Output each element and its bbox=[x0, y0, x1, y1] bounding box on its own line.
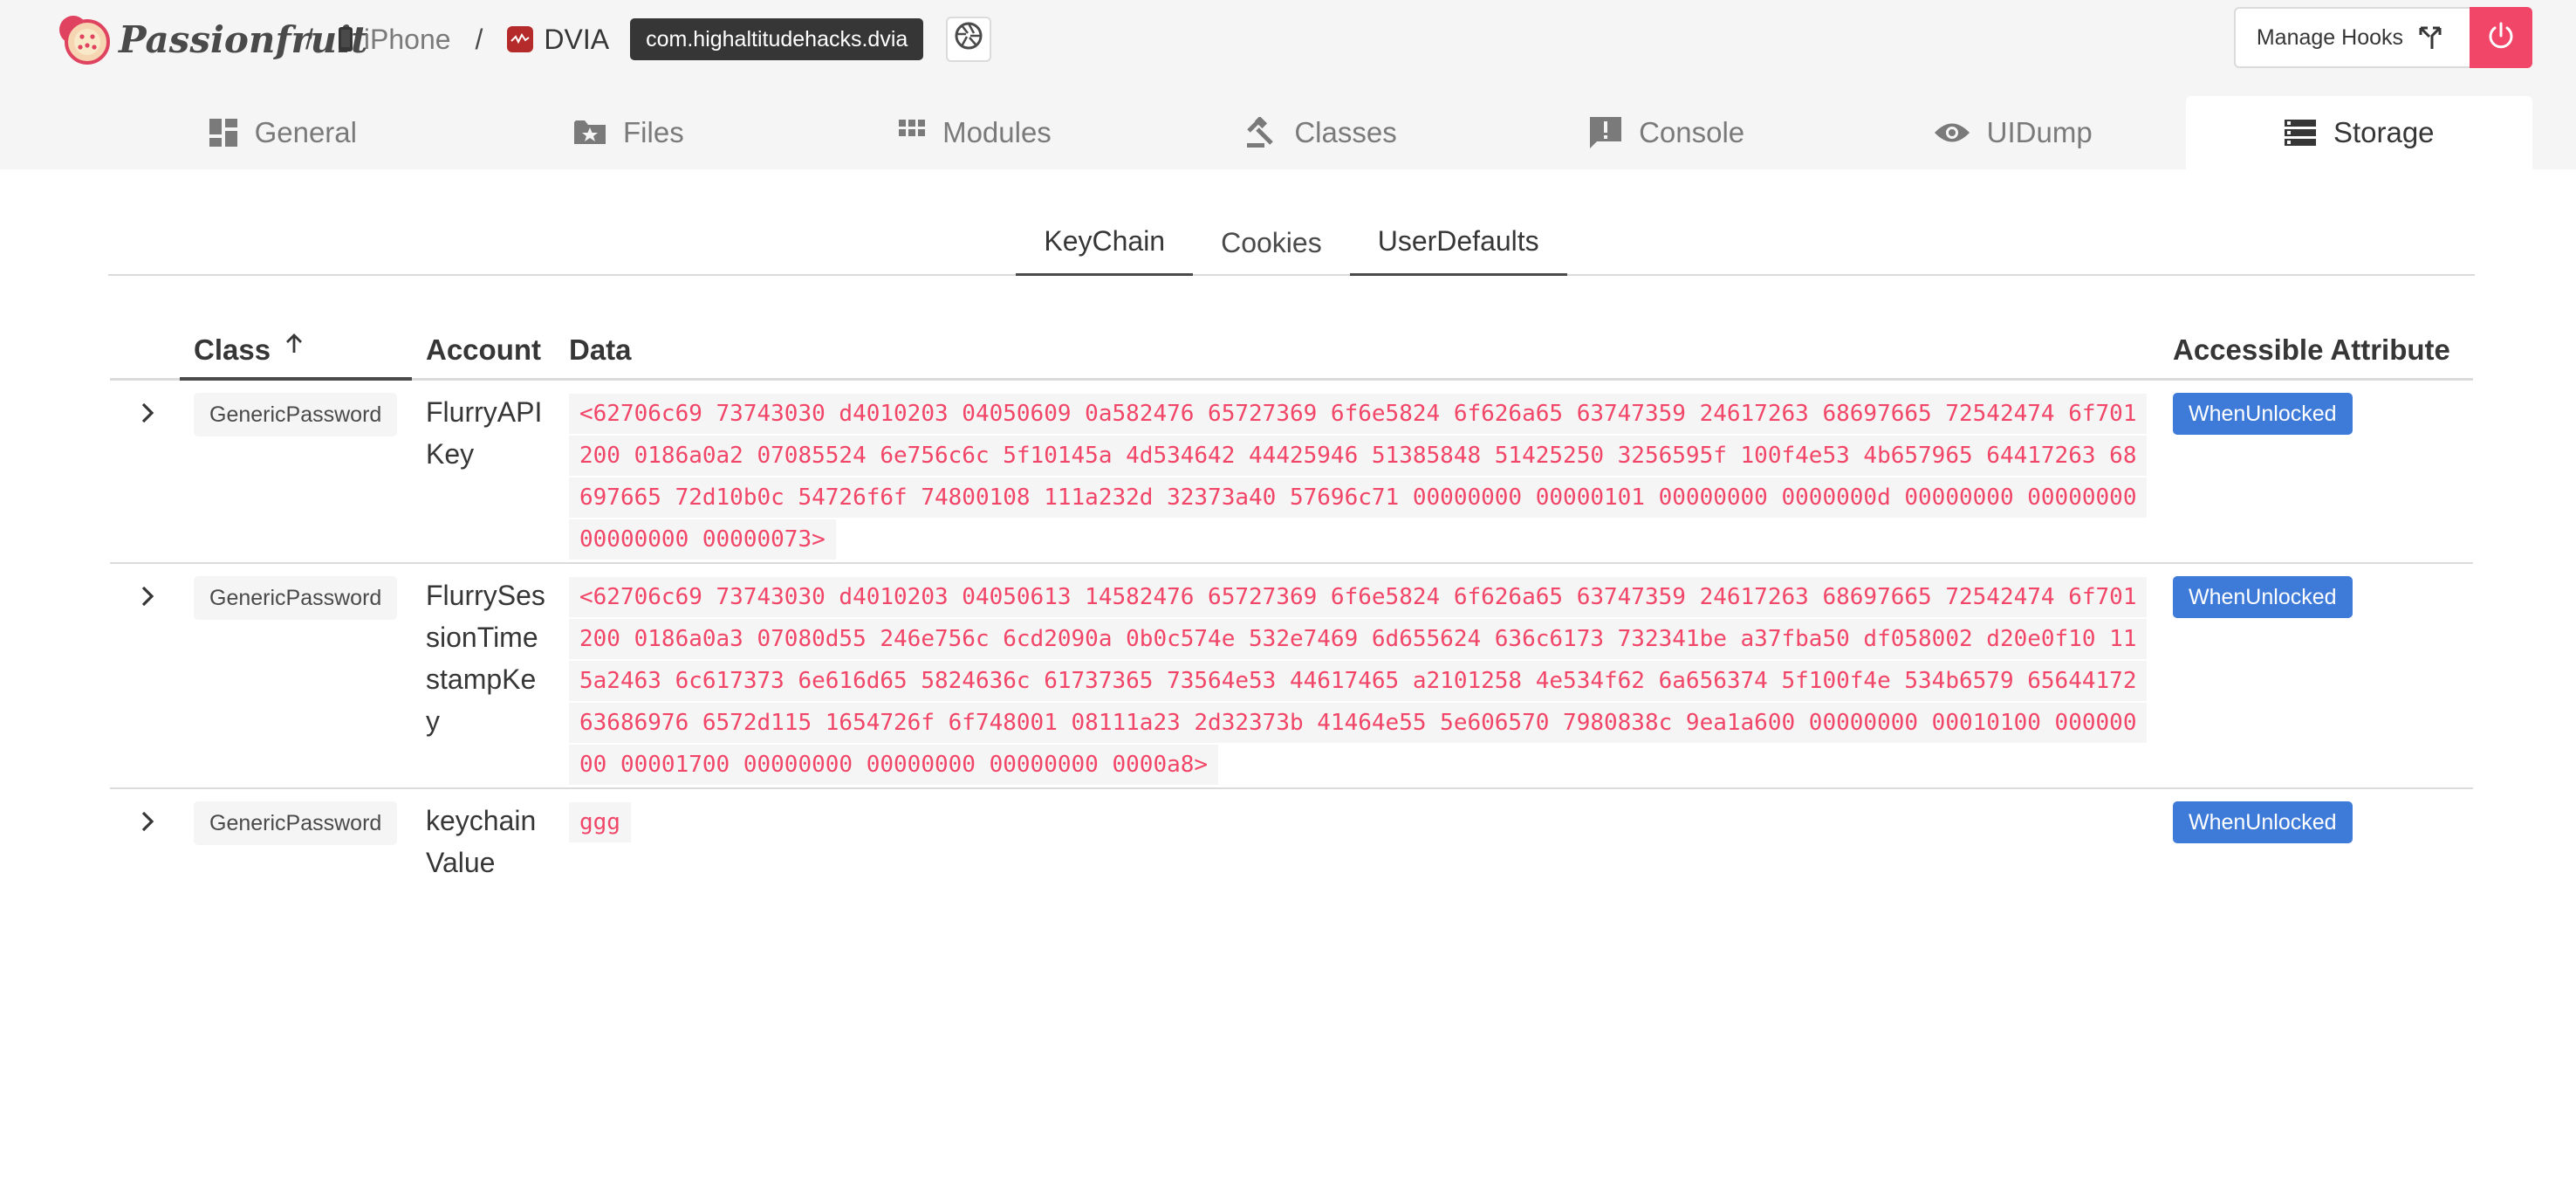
data-code: <62706c69 73743030 d4010203 04050613 145… bbox=[569, 577, 2148, 785]
power-icon bbox=[2486, 21, 2516, 55]
camera-aperture-icon bbox=[954, 21, 983, 58]
tab-uidump-label: UIDump bbox=[1986, 116, 2093, 148]
top-navbar: Passionfruit / iPhone / DVIA com.highalt… bbox=[0, 0, 2576, 169]
subtab-cookies[interactable]: Cookies bbox=[1193, 210, 1350, 276]
table-row[interactable]: GenericPassword FlurryAPIKey <62706c69 7… bbox=[110, 381, 2473, 564]
tab-uidump[interactable]: UIDump bbox=[1840, 96, 2187, 169]
breadcrumb-app[interactable]: DVIA bbox=[507, 24, 609, 56]
alert-box-icon bbox=[1590, 117, 1622, 148]
tab-console-label: Console bbox=[1639, 116, 1745, 148]
accessible-attribute-tag: WhenUnlocked bbox=[2173, 801, 2353, 843]
storage-icon bbox=[2284, 120, 2316, 146]
tab-storage[interactable]: Storage bbox=[2186, 96, 2533, 169]
table-row[interactable]: GenericPassword FlurrySessionTimestampKe… bbox=[110, 564, 2473, 789]
breadcrumb-device[interactable]: iPhone bbox=[338, 24, 451, 56]
account-value: FlurrySessionTimestampKey bbox=[426, 580, 545, 737]
accessible-attribute-tag: WhenUnlocked bbox=[2173, 576, 2353, 618]
storage-subtabs: KeyChain Cookies UserDefaults bbox=[108, 210, 2475, 276]
accessible-attribute-tag: WhenUnlocked bbox=[2173, 393, 2353, 435]
tab-files-label: Files bbox=[623, 116, 684, 148]
column-header-accessible-attribute[interactable]: Accessible Attribute bbox=[2173, 333, 2450, 367]
disconnect-button[interactable] bbox=[2470, 7, 2532, 68]
data-code: ggg bbox=[569, 802, 631, 842]
column-class-label: Class bbox=[194, 333, 271, 366]
data-value: ggg bbox=[569, 801, 2140, 843]
manage-hooks-label: Manage Hooks bbox=[2256, 24, 2403, 50]
column-header-class[interactable]: Class bbox=[180, 323, 412, 381]
bundle-id-tag: com.highaltitudehacks.dvia bbox=[630, 18, 924, 60]
account-value: FlurryAPIKey bbox=[426, 396, 543, 470]
app-icon bbox=[507, 26, 534, 52]
breadcrumb-app-label: DVIA bbox=[544, 23, 610, 55]
hooks-group: Manage Hooks bbox=[2233, 7, 2532, 68]
table-row[interactable]: GenericPassword keychainValue ggg WhenUn… bbox=[110, 789, 2473, 894]
breadcrumb: / iPhone / DVIA com.highaltitudehacks.dv… bbox=[300, 16, 992, 63]
column-header-data[interactable]: Data bbox=[569, 333, 632, 367]
tab-modules[interactable]: Modules bbox=[802, 96, 1148, 169]
tab-classes-label: Classes bbox=[1294, 116, 1397, 148]
tab-modules-label: Modules bbox=[942, 116, 1052, 148]
tab-storage-label: Storage bbox=[2333, 116, 2435, 148]
class-tag: GenericPassword bbox=[194, 576, 398, 620]
breadcrumb-separator: / bbox=[305, 23, 313, 55]
folder-star-icon bbox=[574, 120, 606, 146]
subtab-keychain[interactable]: KeyChain bbox=[1016, 210, 1194, 276]
tab-console[interactable]: Console bbox=[1494, 96, 1840, 169]
tab-general[interactable]: General bbox=[110, 96, 456, 169]
screenshot-button[interactable] bbox=[946, 17, 992, 62]
class-tag: GenericPassword bbox=[194, 393, 398, 436]
dashboard-icon bbox=[209, 119, 237, 147]
data-value: <62706c69 73743030 d4010203 04050613 145… bbox=[569, 576, 2148, 786]
gavel-icon bbox=[1245, 117, 1277, 148]
class-tag: GenericPassword bbox=[194, 801, 398, 845]
table-header: Class Account Data Accessible Attribute bbox=[110, 323, 2473, 381]
keychain-table: Class Account Data Accessible Attribute … bbox=[110, 323, 2473, 894]
tab-files[interactable]: Files bbox=[456, 96, 803, 169]
phone-icon bbox=[338, 26, 353, 52]
data-code: <62706c69 73743030 d4010203 04050609 0a5… bbox=[569, 394, 2148, 560]
account-value: keychainValue bbox=[426, 805, 537, 878]
main-tabs: General Files Modules Classes Console UI… bbox=[110, 96, 2533, 169]
grid-icon bbox=[899, 120, 926, 146]
subtab-userdefaults[interactable]: UserDefaults bbox=[1349, 210, 1567, 276]
tab-general-label: General bbox=[254, 116, 357, 148]
breadcrumb-separator: / bbox=[475, 23, 483, 55]
expand-row-chevron-icon[interactable] bbox=[136, 810, 159, 833]
sort-ascending-icon bbox=[284, 333, 304, 354]
hook-icon bbox=[2417, 24, 2443, 51]
tab-classes[interactable]: Classes bbox=[1148, 96, 1495, 169]
passionfruit-logo-icon bbox=[56, 14, 110, 65]
expand-row-chevron-icon[interactable] bbox=[136, 402, 159, 424]
column-header-account[interactable]: Account bbox=[426, 333, 541, 367]
data-value: <62706c69 73743030 d4010203 04050609 0a5… bbox=[569, 393, 2148, 560]
breadcrumb-device-label: iPhone bbox=[363, 23, 451, 55]
manage-hooks-button[interactable]: Manage Hooks bbox=[2233, 7, 2470, 68]
expand-row-chevron-icon[interactable] bbox=[136, 585, 159, 608]
eye-icon bbox=[1934, 121, 1970, 144]
